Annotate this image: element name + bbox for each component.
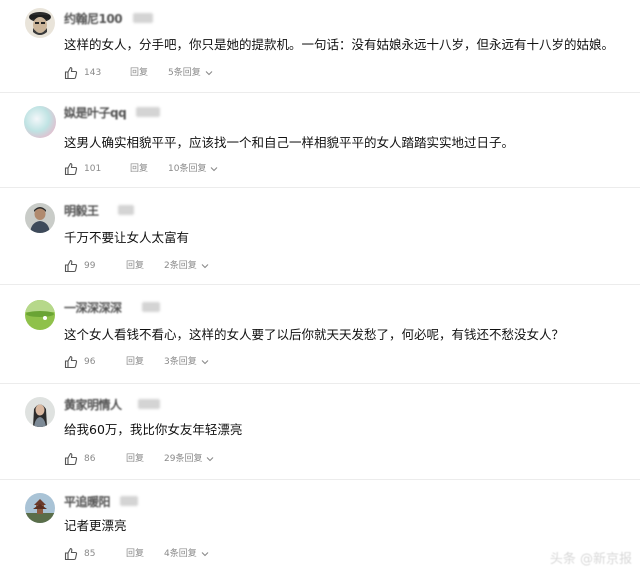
comment-item: 明毅王 千万不要让女人太富有 99 回复 2条回复 <box>0 187 640 284</box>
username-redaction <box>133 13 153 23</box>
username-redaction <box>118 205 134 215</box>
like-count: 143 <box>84 68 102 78</box>
chevron-down-icon <box>211 167 218 172</box>
person-photo-avatar-icon <box>25 203 55 233</box>
comment-item: 一深深深深 这个女人看钱不看心，这样的女人要了以后你就天天发愁了，何必呢，有钱还… <box>0 284 640 383</box>
comment-item: 约翰尼100 这样的女人，分手吧，你只是她的提款机。一句话：没有姑娘永远十八岁，… <box>0 0 640 92</box>
replies-count-label: 5条回复 <box>168 68 201 78</box>
username[interactable]: 黄家明情人 <box>64 398 122 412</box>
pagoda-photo-avatar-icon <box>25 493 55 523</box>
reply-button[interactable]: 回复 <box>130 161 148 177</box>
thumbs-up-icon <box>64 66 78 80</box>
like-count: 86 <box>84 454 96 464</box>
like-button[interactable]: 99 <box>64 258 95 274</box>
username-redaction <box>120 496 138 506</box>
comment-list: 约翰尼100 这样的女人，分手吧，你只是她的提款机。一句话：没有姑娘永远十八岁，… <box>0 0 640 571</box>
avatar[interactable] <box>25 8 55 38</box>
avatar[interactable] <box>25 397 55 427</box>
view-replies-button[interactable]: 4条回复 <box>164 546 209 562</box>
avatar[interactable] <box>24 106 56 138</box>
username-redaction <box>136 107 160 117</box>
thumbs-up-icon <box>64 355 78 369</box>
chevron-down-icon <box>201 552 209 557</box>
chevron-down-icon <box>205 71 213 76</box>
thumbs-up-icon <box>64 547 78 561</box>
comment-item: 姒是叶子qq 这男人确实相貌平平，应该找一个和自己一样相貌平平的女人踏踏实实地过… <box>0 92 640 187</box>
reply-button[interactable]: 回复 <box>126 258 144 274</box>
watermark: 头条 @新京报 <box>549 552 632 567</box>
chevron-down-icon <box>201 360 209 365</box>
like-count: 99 <box>84 261 96 271</box>
comment-text: 这男人确实相貌平平，应该找一个和自己一样相貌平平的女人踏踏实实地过日子。 <box>64 135 515 150</box>
username-redaction <box>138 399 160 409</box>
like-button[interactable]: 96 <box>64 354 95 370</box>
comment-text: 给我60万，我比你女友年轻漂亮 <box>64 422 243 437</box>
avatar[interactable] <box>25 493 55 523</box>
replies-count-label: 2条回复 <box>164 261 197 271</box>
like-count: 85 <box>84 549 96 559</box>
username[interactable]: 平追暖阳 <box>64 495 111 509</box>
like-count: 101 <box>84 164 102 174</box>
reply-button[interactable]: 回复 <box>130 65 148 81</box>
avatar[interactable] <box>25 300 55 330</box>
reply-button[interactable]: 回复 <box>126 354 144 370</box>
username[interactable]: 一深深深深 <box>64 301 122 315</box>
view-replies-button[interactable]: 3条回复 <box>164 354 209 370</box>
view-replies-button[interactable]: 2条回复 <box>164 258 209 274</box>
bearded-man-avatar-icon <box>25 8 55 38</box>
woman-photo-avatar-icon <box>25 397 55 427</box>
like-button[interactable]: 85 <box>64 546 95 562</box>
like-button[interactable]: 143 <box>64 65 101 81</box>
view-replies-button[interactable]: 5条回复 <box>168 65 213 81</box>
username[interactable]: 姒是叶子qq <box>64 106 127 120</box>
comment-text: 记者更漂亮 <box>64 518 127 533</box>
replies-count-label: 4条回复 <box>164 549 197 559</box>
replies-count-label: 3条回复 <box>164 357 197 367</box>
replies-count-label: 10条回复 <box>168 164 207 174</box>
comment-text: 这样的女人，分手吧，你只是她的提款机。一句话：没有姑娘永远十八岁，但永远有十八岁… <box>64 37 615 52</box>
username-redaction <box>142 302 160 312</box>
view-replies-button[interactable]: 10条回复 <box>168 161 218 177</box>
thumbs-up-icon <box>64 162 78 176</box>
like-count: 96 <box>84 357 96 367</box>
thumbs-up-icon <box>64 259 78 273</box>
reply-button[interactable]: 回复 <box>126 546 144 562</box>
view-replies-button[interactable]: 29条回复 <box>164 451 214 467</box>
comment-text: 这个女人看钱不看心，这样的女人要了以后你就天天发愁了，何必呢，有钱还不愁没女人？ <box>64 327 565 342</box>
username[interactable]: 明毅王 <box>64 204 99 218</box>
comment-text: 千万不要让女人太富有 <box>64 230 190 245</box>
grass-field-avatar-icon <box>25 300 55 330</box>
chevron-down-icon <box>201 264 209 269</box>
comment-item: 平追暖阳 记者更漂亮 85 回复 4条回复 <box>0 479 640 571</box>
like-button[interactable]: 101 <box>64 161 101 177</box>
like-button[interactable]: 86 <box>64 451 95 467</box>
chevron-down-icon <box>207 457 214 462</box>
comment-item: 黄家明情人 给我60万，我比你女友年轻漂亮 86 回复 29条回复 <box>0 383 640 479</box>
pastel-gradient-avatar-icon <box>24 106 56 138</box>
reply-button[interactable]: 回复 <box>126 451 144 467</box>
replies-count-label: 29条回复 <box>164 454 203 464</box>
username[interactable]: 约翰尼100 <box>64 12 123 26</box>
thumbs-up-icon <box>64 452 78 466</box>
avatar[interactable] <box>25 203 55 233</box>
